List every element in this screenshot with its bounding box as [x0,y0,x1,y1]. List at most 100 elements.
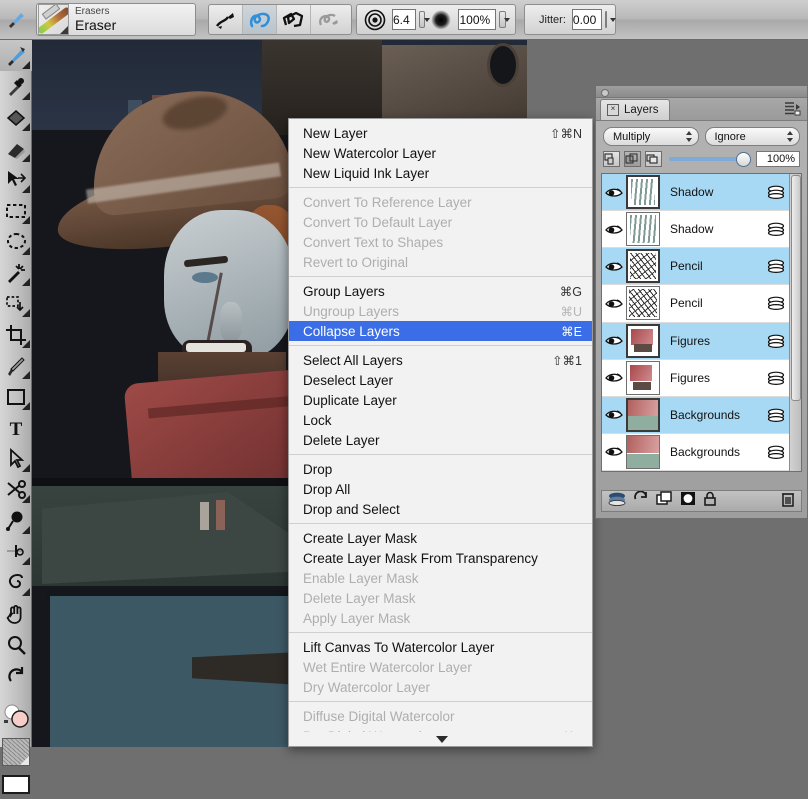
menu-item-new-liquid-ink-layer[interactable]: New Liquid Ink Layer [289,163,592,183]
screen-mode-button[interactable] [0,769,32,799]
layer-visibility-eye-icon[interactable] [602,261,626,272]
sidebar-item-pen-tool[interactable] [0,350,32,381]
brush-selector[interactable]: Erasers Eraser [36,3,196,36]
layer-visibility-eye-icon[interactable] [602,372,626,383]
layer-visibility-eye-icon[interactable] [602,298,626,309]
lock-layer-toggle[interactable] [645,151,662,167]
layer-stack-badge-icon[interactable] [763,185,789,200]
sidebar-item-text-tool[interactable]: T [0,412,32,443]
menu-item-label: Dry Watercolor Layer [303,679,431,695]
sidebar-item-crop-tool[interactable] [0,319,32,350]
color-swatches[interactable] [0,697,32,735]
menu-item-lift-canvas-to-watercolor-layer[interactable]: Lift Canvas To Watercolor Layer [289,637,592,657]
layer-row[interactable]: Backgrounds [602,396,789,434]
close-icon[interactable]: × [607,104,619,116]
menu-item-new-layer[interactable]: New Layer ⇧⌘N [289,123,592,143]
menu-item-lock[interactable]: Lock [289,410,592,430]
delete-layer-icon[interactable] [781,491,795,512]
sidebar-item-magnifier-tool[interactable] [0,629,32,660]
menu-item-deselect-layer[interactable]: Deselect Layer [289,370,592,390]
sidebar-item-brush-tool[interactable] [0,40,32,71]
layer-opacity-slider[interactable] [669,152,751,167]
layer-visibility-eye-icon[interactable] [602,446,626,457]
layers-list[interactable]: Shadow Shadow Pencil Pencil Figures Figures Ba… [601,173,802,472]
new-layer-icon[interactable] [656,491,673,511]
sidebar-item-selection-adjuster-tool[interactable] [0,288,32,319]
sidebar-item-paint-bucket-tool[interactable] [0,102,32,133]
sidebar-item-perspective-grid-tool[interactable] [0,567,32,598]
menu-item-delete-layer[interactable]: Delete Layer [289,430,592,450]
sidebar-item-cloner-tool[interactable] [0,505,32,536]
sidebar-item-rotate-page-tool[interactable] [0,660,32,691]
sidebar-item-divider-tool[interactable] [0,536,32,567]
layer-visibility-eye-icon[interactable] [602,224,626,235]
paper-texture-swatch[interactable] [0,735,32,769]
pick-up-underlying-color-toggle[interactable] [624,151,641,167]
menu-scroll-down-button[interactable] [289,732,592,746]
layer-opacity-value[interactable]: 100% [756,151,800,167]
sidebar-item-rectangular-shape-tool[interactable] [0,381,32,412]
menu-item-drop-and-select[interactable]: Drop and Select [289,499,592,519]
panel-drag-grip[interactable] [596,86,807,98]
menu-item-drop[interactable]: Drop [289,459,592,479]
menu-item-convert-text-to-shapes: Convert Text to Shapes [289,232,592,252]
layer-row[interactable]: Shadow [602,174,789,212]
panel-menu-icon[interactable] [783,101,801,116]
brush-opacity-input[interactable]: 100% [458,9,497,30]
menu-item-new-watercolor-layer[interactable]: New Watercolor Layer [289,143,592,163]
menu-item-group-layers[interactable]: Group Layers ⌘G [289,281,592,301]
menu-item-collapse-layers[interactable]: Collapse Layers ⌘E [289,321,592,341]
layer-row[interactable]: Pencil [602,285,789,323]
layers-context-menu[interactable]: New Layer ⇧⌘N New Watercolor Layer New Liqu… [288,118,593,747]
brush-size-input[interactable]: 6.4 [392,9,416,30]
layer-stack-badge-icon[interactable] [763,371,789,385]
menu-separator [289,701,592,702]
brush-opacity-dropdown[interactable] [499,11,510,28]
layer-stack-badge-icon[interactable] [763,259,789,274]
layer-stack-badge-icon[interactable] [763,408,789,422]
layer-stack-badge-icon[interactable] [763,222,789,237]
sidebar-item-grabber-hand-tool[interactable] [0,598,32,629]
stroke-freehand-icon[interactable] [209,5,243,34]
stroke-polyline-icon[interactable] [277,5,311,34]
layer-visibility-eye-icon[interactable] [602,335,626,346]
new-layer-mask-icon[interactable] [680,491,696,511]
menu-item-duplicate-layer[interactable]: Duplicate Layer [289,390,592,410]
layer-row[interactable]: Shadow [602,211,789,249]
layer-stack-badge-icon[interactable] [763,296,789,311]
layer-visibility-eye-icon[interactable] [602,409,626,420]
toolbox-top-brush-icon[interactable] [0,3,32,35]
preserve-transparency-toggle[interactable] [603,151,620,167]
menu-item-create-layer-mask-from-transparency[interactable]: Create Layer Mask From Transparency [289,548,592,568]
sidebar-item-layer-adjuster-tool[interactable] [0,164,32,195]
layer-row[interactable]: Pencil [602,248,789,286]
sidebar-item-rectangular-selection-tool[interactable] [0,195,32,226]
layer-stack-badge-icon[interactable] [763,445,789,459]
dynamic-plugin-icon[interactable] [633,490,649,511]
lock-icon[interactable] [703,491,717,511]
blend-mode-dropdown[interactable]: Multiply [603,127,699,146]
sidebar-item-dropper-tool[interactable] [0,71,32,102]
sidebar-item-shape-selection-tool[interactable] [0,443,32,474]
menu-item-drop-all[interactable]: Drop All [289,479,592,499]
brush-size-dropdown[interactable] [418,11,430,28]
layer-stack-badge-icon[interactable] [763,334,789,348]
layer-row[interactable]: Figures [602,359,789,397]
layer-row[interactable]: Backgrounds [602,433,789,471]
layer-row[interactable]: Figures [602,322,789,360]
menu-item-select-all-layers[interactable]: Select All Layers ⇧⌘1 [289,350,592,370]
stroke-curve-icon[interactable] [243,5,277,34]
jitter-input[interactable]: 0.00 [571,9,603,30]
layers-list-scrollbar[interactable] [789,174,801,471]
menu-item-create-layer-mask[interactable]: Create Layer Mask [289,528,592,548]
jitter-dropdown[interactable] [605,11,617,28]
sidebar-item-eraser-tool[interactable] [0,133,32,164]
sidebar-item-magic-wand-tool[interactable] [0,257,32,288]
layer-visibility-eye-icon[interactable] [602,187,626,198]
sidebar-item-scissors-tool[interactable] [0,474,32,505]
sidebar-item-lasso-tool[interactable] [0,226,32,257]
layer-stack-icon[interactable] [608,491,626,511]
tab-layers[interactable]: × Layers [600,99,670,120]
stroke-smooth-icon[interactable] [311,5,345,34]
depth-mode-dropdown[interactable]: Ignore [704,127,800,146]
